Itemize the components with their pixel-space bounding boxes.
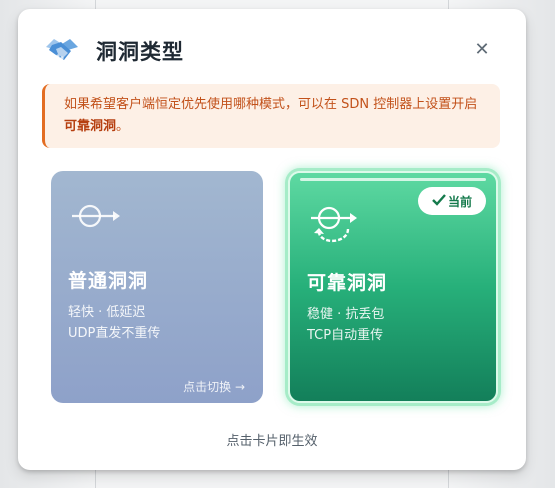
normal-card-desc-protocol: UDP直发不重传 xyxy=(68,326,161,341)
handshake-icon xyxy=(44,33,80,67)
card-highlight-bar xyxy=(300,178,486,181)
reliable-card-title: 可靠洞洞 xyxy=(307,272,388,294)
retransmit-icon xyxy=(308,203,362,255)
switch-link[interactable]: 点击切换 → xyxy=(183,378,245,395)
reliable-card-desc-protocol: TCP自动重传 xyxy=(307,328,384,343)
notice-text: 如果希望客户端恒定优先使用哪种模式，可以在 SDN 控制器上设置开启 xyxy=(64,97,478,112)
tunnel-type-dialog: 洞洞类型 ✕ 如果希望客户端恒定优先使用哪种模式，可以在 SDN 控制器上设置开… xyxy=(18,9,526,470)
dialog-title: 洞洞类型 xyxy=(96,40,184,64)
notice-period: 。 xyxy=(116,119,130,134)
normal-tunnel-card[interactable]: 普通洞洞 轻快 · 低延迟 UDP直发不重传 点击切换 → xyxy=(51,171,263,403)
checkmark-icon xyxy=(432,193,446,209)
reliable-card-desc-stability: 稳健 · 抗丢包 xyxy=(307,307,385,322)
normal-card-desc-speed: 轻快 · 低延迟 xyxy=(68,305,146,320)
current-badge: 当前 xyxy=(418,187,486,215)
normal-card-title: 普通洞洞 xyxy=(68,270,149,292)
notice-banner: 如果希望客户端恒定优先使用哪种模式，可以在 SDN 控制器上设置开启可靠洞洞。 xyxy=(42,84,500,148)
notice-highlight: 可靠洞洞 xyxy=(64,119,117,134)
reliable-tunnel-card[interactable]: 当前 可靠洞洞 稳健 · 抗丢包 TCP自动重传 xyxy=(288,171,498,403)
passthrough-icon xyxy=(69,201,123,235)
current-badge-label: 当前 xyxy=(447,194,472,209)
footer-hint: 点击卡片即生效 xyxy=(226,434,318,449)
close-icon: ✕ xyxy=(474,38,490,60)
close-button[interactable]: ✕ xyxy=(472,38,492,60)
